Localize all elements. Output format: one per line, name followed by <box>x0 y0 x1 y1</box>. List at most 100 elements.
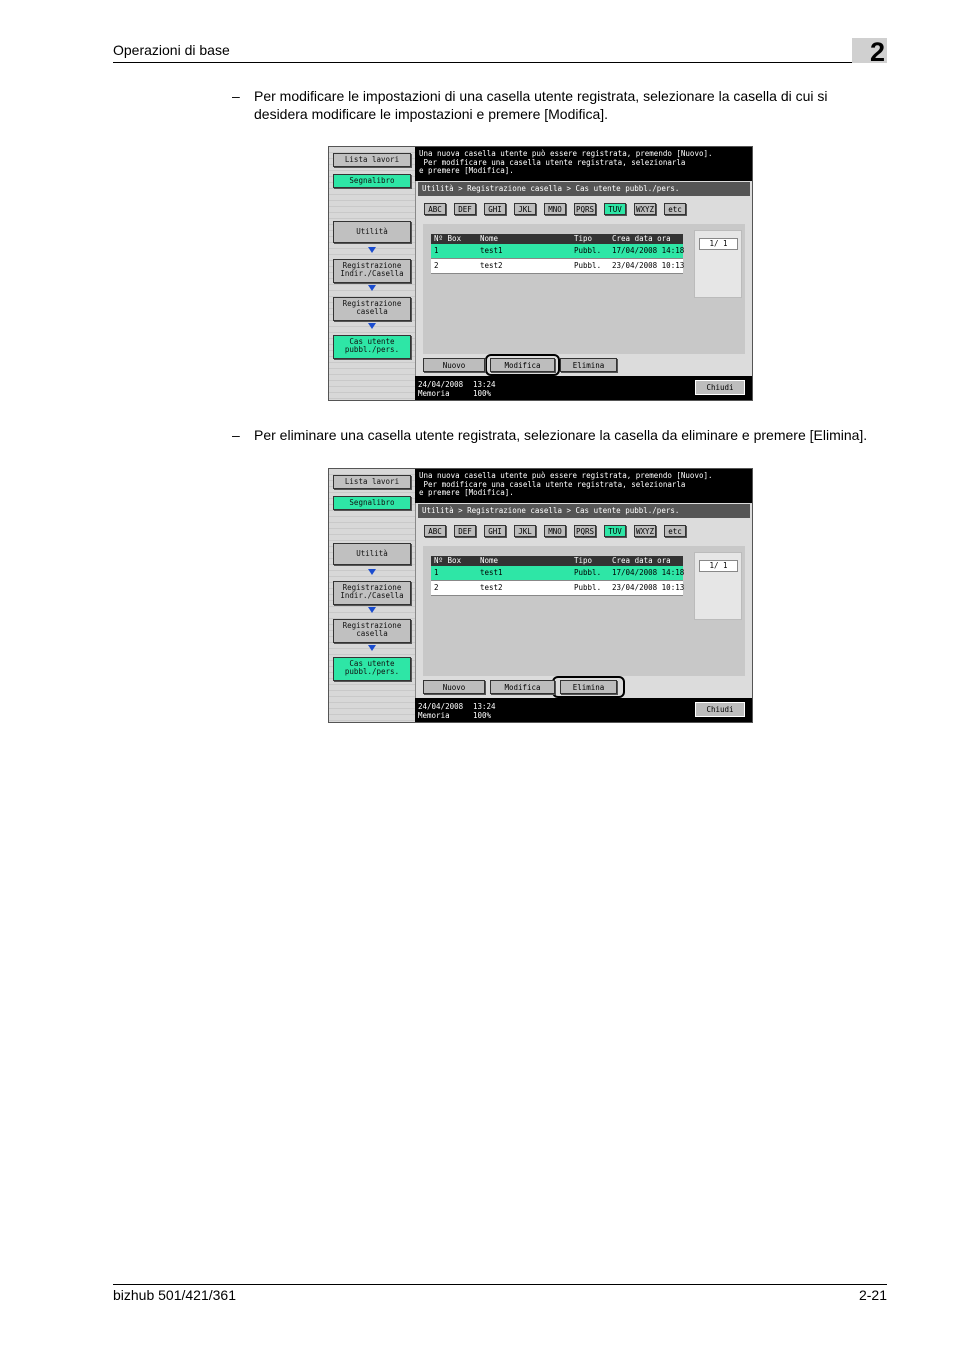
row-name: test2 <box>480 583 503 592</box>
header-cell: Crea data ora <box>612 556 671 565</box>
table-header: Nº Box Nome Tipo Crea data ora <box>431 556 683 566</box>
instruction-modify: – Per modificare le impostazioni di una … <box>232 87 882 123</box>
message-area: Una nuova casella utente può essere regi… <box>415 147 752 181</box>
list-dash: – <box>232 427 240 443</box>
registrazione-casella-button[interactable]: Registrazione casella <box>333 297 411 321</box>
tab-etc[interactable]: etc <box>664 525 686 537</box>
tab-def[interactable]: DEF <box>454 203 476 215</box>
chiudi-button[interactable]: Chiudi <box>695 380 745 395</box>
header-cell: Nº Box <box>434 234 462 243</box>
modifica-button[interactable]: Modifica <box>490 680 555 694</box>
tab-etc[interactable]: etc <box>664 203 686 215</box>
elimina-button[interactable]: Elimina <box>560 358 617 372</box>
tab-wxyz[interactable]: WXYZ <box>634 203 656 215</box>
instruction-delete: – Per eliminare una casella utente regis… <box>232 426 892 444</box>
tab-abc[interactable]: ABC <box>424 525 446 537</box>
row-no: 1 <box>434 246 439 255</box>
tab-tuv[interactable]: TUV <box>604 525 626 537</box>
utilita-button[interactable]: Utilità <box>333 221 411 243</box>
tab-bar: ABC DEF GHI JKL MNO PQRS TUV WXYZ etc <box>418 198 750 220</box>
row-date: 23/04/2008 10:13 <box>612 583 685 592</box>
header-cell: Nome <box>480 234 499 243</box>
nuovo-button[interactable]: Nuovo <box>423 680 485 694</box>
page-scroller[interactable]: 1/ 1 <box>694 552 742 620</box>
tab-wxyz[interactable]: WXYZ <box>634 525 656 537</box>
memory-label: Memoria <box>418 711 450 720</box>
tab-jkl[interactable]: JKL <box>514 203 536 215</box>
footer-rule <box>113 1284 887 1285</box>
registrazione-casella-button[interactable]: Registrazione casella <box>333 619 411 643</box>
arrow-down-icon <box>368 323 376 329</box>
lista-lavori-button[interactable]: Lista lavori <box>333 153 411 167</box>
row-name: test1 <box>480 568 503 577</box>
nuovo-button[interactable]: Nuovo <box>423 358 485 372</box>
table-row[interactable]: 2 test2 Pubbl. 23/04/2008 10:13 <box>431 259 685 274</box>
row-no: 2 <box>434 261 439 270</box>
breadcrumb: Utilità > Registrazione casella > Cas ut… <box>418 182 750 196</box>
table-header: Nº Box Nome Tipo Crea data ora <box>431 234 683 244</box>
table-row[interactable]: 1 test1 Pubbl. 17/04/2008 14:18 <box>431 244 685 259</box>
memory-label: Memoria <box>418 389 450 398</box>
registrazione-indir-button[interactable]: Registrazione Indir./Casella <box>333 259 411 283</box>
arrow-down-icon <box>368 247 376 253</box>
segnalibro-button[interactable]: Segnalibro <box>333 496 411 510</box>
chapter-number: 2 <box>852 38 887 67</box>
row-type: Pubbl. <box>574 568 602 577</box>
tab-jkl[interactable]: JKL <box>514 525 536 537</box>
footer-page-number: 2-21 <box>858 1287 887 1303</box>
tab-bar: ABC DEF GHI JKL MNO PQRS TUV WXYZ etc <box>418 520 750 542</box>
row-type: Pubbl. <box>574 583 602 592</box>
header-cell: Tipo <box>574 556 593 565</box>
elimina-button[interactable]: Elimina <box>560 680 617 694</box>
sidebar: Lista lavori Segnalibro Utilità Registra… <box>329 147 416 400</box>
tab-mno[interactable]: MNO <box>544 525 566 537</box>
chiudi-button[interactable]: Chiudi <box>695 702 745 717</box>
arrow-down-icon <box>368 569 376 575</box>
header-cell: Nome <box>480 556 499 565</box>
row-type: Pubbl. <box>574 261 602 270</box>
box-list-area: Nº Box Nome Tipo Crea data ora 1 test1 P… <box>423 224 745 354</box>
row-date: 23/04/2008 10:13 <box>612 261 685 270</box>
header-cell: Nº Box <box>434 556 462 565</box>
page-indicator: 1/ 1 <box>699 560 738 572</box>
header-cell: Crea data ora <box>612 234 671 243</box>
instruction-text: Per eliminare una casella utente registr… <box>254 427 868 443</box>
tab-ghi[interactable]: GHI <box>484 525 506 537</box>
row-no: 2 <box>434 583 439 592</box>
memory-value: 100% <box>473 389 492 398</box>
table-row[interactable]: 1 test1 Pubbl. 17/04/2008 14:18 <box>431 566 684 581</box>
instruction-text: Per modificare le impostazioni di una ca… <box>254 88 828 122</box>
modifica-button[interactable]: Modifica <box>490 358 555 372</box>
status-time: 13:24 <box>473 702 496 711</box>
box-table: Nº Box Nome Tipo Crea data ora 1 test1 P… <box>431 234 685 274</box>
page-indicator: 1/ 1 <box>699 238 738 250</box>
segnalibro-button[interactable]: Segnalibro <box>333 174 411 188</box>
lista-lavori-button[interactable]: Lista lavori <box>333 475 411 489</box>
row-type: Pubbl. <box>574 246 602 255</box>
tab-mno[interactable]: MNO <box>544 203 566 215</box>
table-row[interactable]: 2 test2 Pubbl. 23/04/2008 10:13 <box>431 581 685 596</box>
page-scroller[interactable]: 1/ 1 <box>694 230 742 298</box>
memory-value: 100% <box>473 711 492 720</box>
utilita-button[interactable]: Utilità <box>333 543 411 565</box>
tab-pqrs[interactable]: PQRS <box>574 525 596 537</box>
screen-panel-modify: Lista lavori Segnalibro Utilità Registra… <box>328 146 753 401</box>
registrazione-indir-button[interactable]: Registrazione Indir./Casella <box>333 581 411 605</box>
breadcrumb: Utilità > Registrazione casella > Cas ut… <box>418 504 750 518</box>
box-table: Nº Box Nome Tipo Crea data ora 1 test1 P… <box>431 556 685 596</box>
row-date: 17/04/2008 14:18 <box>612 246 685 255</box>
section-title: Operazioni di base <box>113 42 230 58</box>
cas-utente-button[interactable]: Cas utente pubbl./pers. <box>333 657 411 681</box>
screen-panel-delete: Lista lavori Segnalibro Utilità Registra… <box>328 468 753 723</box>
tab-ghi[interactable]: GHI <box>484 203 506 215</box>
arrow-down-icon <box>368 607 376 613</box>
status-date: 24/04/2008 <box>418 380 464 389</box>
tab-def[interactable]: DEF <box>454 525 476 537</box>
tab-pqrs[interactable]: PQRS <box>574 203 596 215</box>
cas-utente-button[interactable]: Cas utente pubbl./pers. <box>333 335 411 359</box>
arrow-down-icon <box>368 645 376 651</box>
row-name: test1 <box>480 246 503 255</box>
tab-abc[interactable]: ABC <box>424 203 446 215</box>
status-time: 13:24 <box>473 380 496 389</box>
tab-tuv[interactable]: TUV <box>604 203 626 215</box>
